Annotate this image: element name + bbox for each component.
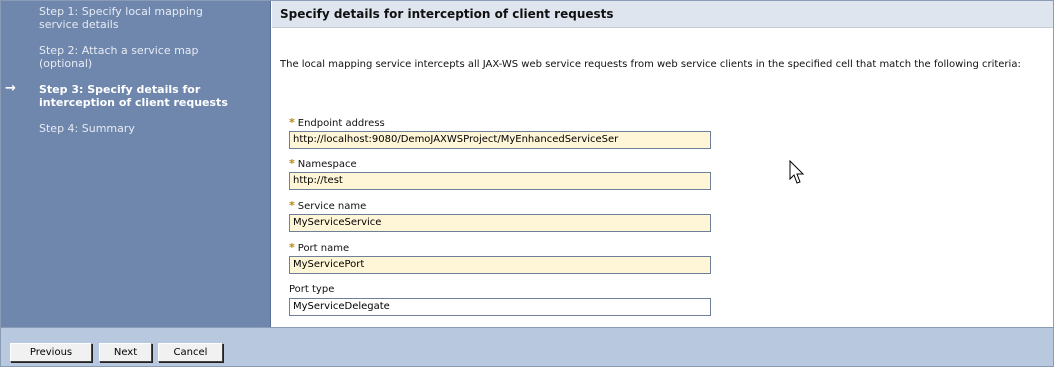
endpoint-address-label: Endpoint address: [297, 118, 385, 129]
step-4-label: Step 4: Summary: [39, 122, 135, 135]
mouse-pointer-icon: [789, 160, 805, 184]
step-2-label: Step 2: Attach a service map (optional): [39, 44, 199, 70]
wizard: Step 1: Specify local mapping service de…: [0, 0, 1054, 367]
namespace-field: * Namespace http://test: [289, 157, 711, 190]
step-3: → Step 3: Specify details for intercepti…: [1, 81, 229, 109]
current-step-arrow-icon: →: [5, 81, 16, 96]
required-star-icon: *: [289, 199, 295, 212]
cancel-button[interactable]: Cancel: [158, 343, 223, 362]
step-1-label: Step 1: Specify local mapping service de…: [39, 5, 203, 31]
port-name-input[interactable]: MyServicePort: [289, 256, 711, 274]
service-name-input[interactable]: MyServiceService: [289, 214, 711, 232]
endpoint-address-input[interactable]: http://localhost:9080/DemoJAXWSProject/M…: [289, 131, 711, 149]
required-star-icon: *: [289, 241, 295, 254]
namespace-input[interactable]: http://test: [289, 172, 711, 190]
previous-button[interactable]: Previous: [10, 343, 92, 362]
port-name-field: * Port name MyServicePort: [289, 241, 711, 274]
next-button[interactable]: Next: [99, 343, 152, 362]
endpoint-address-field: * Endpoint address http://localhost:9080/…: [289, 116, 711, 149]
button-bar: Previous Next Cancel: [1, 327, 1053, 366]
step-2[interactable]: Step 2: Attach a service map (optional): [1, 44, 229, 70]
steps-sidebar: Step 1: Specify local mapping service de…: [1, 1, 271, 327]
port-name-label: Port name: [297, 243, 350, 254]
service-name-label: Service name: [297, 201, 367, 212]
page-title: Specify details for interception of clie…: [272, 1, 1053, 28]
step-3-label: Step 3: Specify details for interception…: [39, 83, 228, 109]
namespace-label: Namespace: [297, 159, 357, 170]
step-1[interactable]: Step 1: Specify local mapping service de…: [1, 5, 229, 31]
port-type-label: Port type: [289, 284, 335, 295]
step-4[interactable]: Step 4: Summary: [1, 122, 229, 135]
service-name-field: * Service name MyServiceService: [289, 199, 711, 232]
required-star-icon: *: [289, 157, 295, 170]
port-type-field: Port type MyServiceDelegate: [289, 283, 711, 316]
content-panel: Specify details for interception of clie…: [272, 1, 1053, 327]
port-type-input[interactable]: MyServiceDelegate: [289, 298, 711, 316]
required-star-icon: *: [289, 116, 295, 129]
description-text: The local mapping service intercepts all…: [280, 59, 1021, 70]
